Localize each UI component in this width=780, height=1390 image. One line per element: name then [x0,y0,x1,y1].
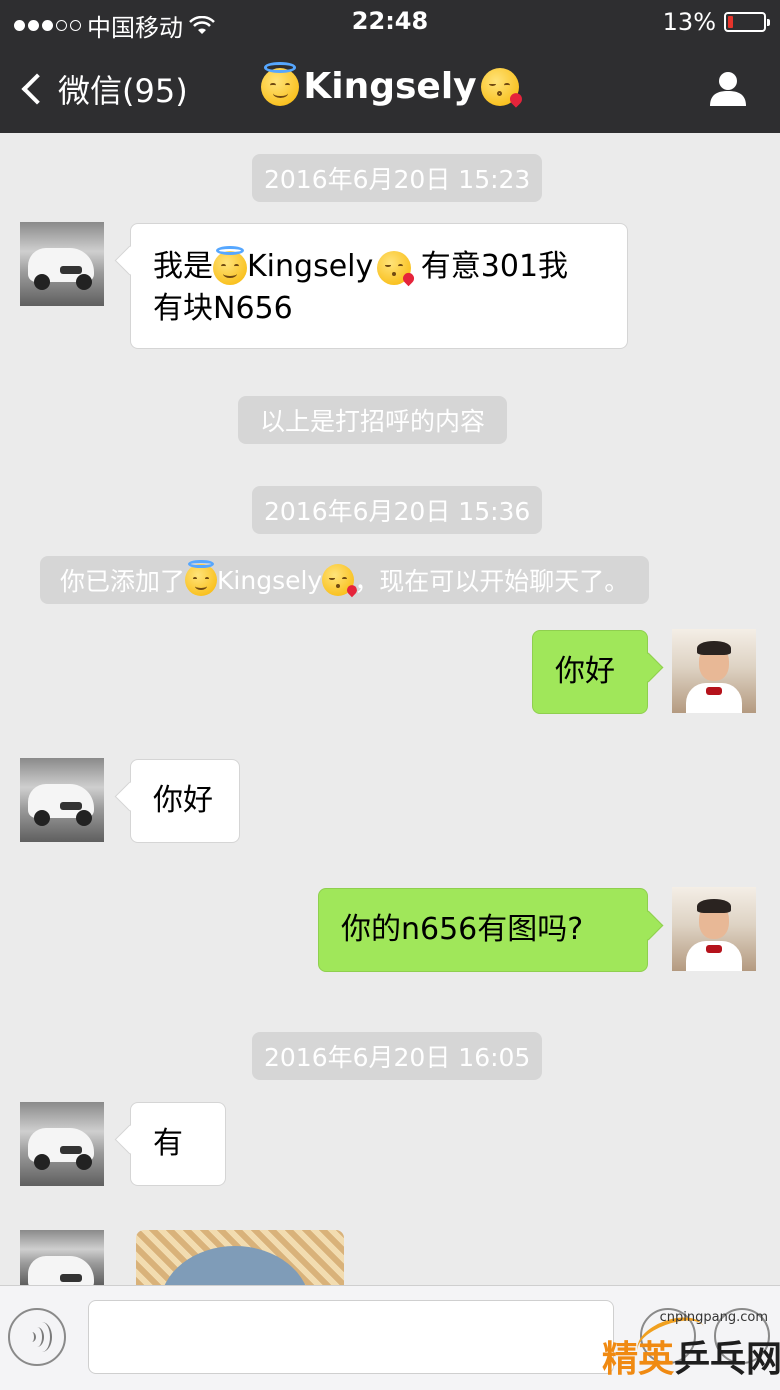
battery-icon [724,12,770,32]
timestamp: 2016年6月20日 15:23 [252,154,543,202]
greeting-suffix: 有意301我 [411,249,569,284]
halo-smile-emoji-icon [261,62,300,106]
greeting-name: Kingsely [247,249,374,284]
message-input[interactable] [88,1300,614,1374]
voice-icon[interactable] [8,1308,66,1366]
watermark-text: 精英乒乓网 [602,1330,780,1382]
person-icon[interactable] [708,68,748,108]
kiss-heart-emoji-icon [322,564,359,598]
message-bubble-received[interactable]: 你好 [130,759,240,843]
message-bubble-sent[interactable]: 你好 [532,630,648,714]
system-note: 以上是打招呼的内容 [238,396,508,444]
watermark-text-b: 乒乓网 [674,1339,780,1380]
nav-bar: 微信(95) Kingsely [0,44,780,133]
system-added-prefix: 你已添加了 [60,567,186,596]
timestamp: 2016年6月20日 16:05 [252,1032,543,1080]
greeting-line2: 有块N656 [153,291,293,326]
kiss-heart-emoji-icon [480,67,525,108]
battery-status: 13% [662,8,770,36]
system-added-suffix: ，现在可以开始聊天了。 [354,567,630,596]
my-avatar[interactable] [672,629,756,713]
halo-smile-emoji-icon [213,245,247,285]
watermark-text-a: 精英 [602,1339,675,1380]
watermark-logo: cnpingpang.com 精英乒乓网 [596,1308,780,1384]
contact-name: Kingsely [303,66,477,107]
kiss-heart-emoji-icon [377,250,417,287]
message-bubble-received[interactable]: 有 [130,1102,226,1186]
contact-avatar[interactable] [20,758,104,842]
battery-percent: 13% [662,8,716,36]
contact-avatar[interactable] [20,222,104,306]
timestamp: 2016年6月20日 15:36 [252,486,543,534]
halo-smile-emoji-icon [185,559,218,596]
status-bar: 中国移动 22:48 13% [0,0,780,44]
system-added-name: Kingsely [217,565,323,595]
message-bubble-greeting[interactable]: 我是 Kingsely 有意301我 有块N656 [130,223,628,349]
chat-title: Kingsely [0,62,780,108]
message-bubble-sent[interactable]: 你的n656有图吗? [318,888,648,972]
watermark-url: cnpingpang.com [659,1310,768,1325]
greeting-prefix: 我是 [153,249,213,284]
my-avatar[interactable] [672,887,756,971]
image-message[interactable] [136,1230,344,1285]
system-added-note: 你已添加了 Kingsely ，现在可以开始聊天了。 [40,556,650,604]
contact-avatar[interactable] [20,1102,104,1186]
contact-avatar[interactable] [20,1230,104,1285]
